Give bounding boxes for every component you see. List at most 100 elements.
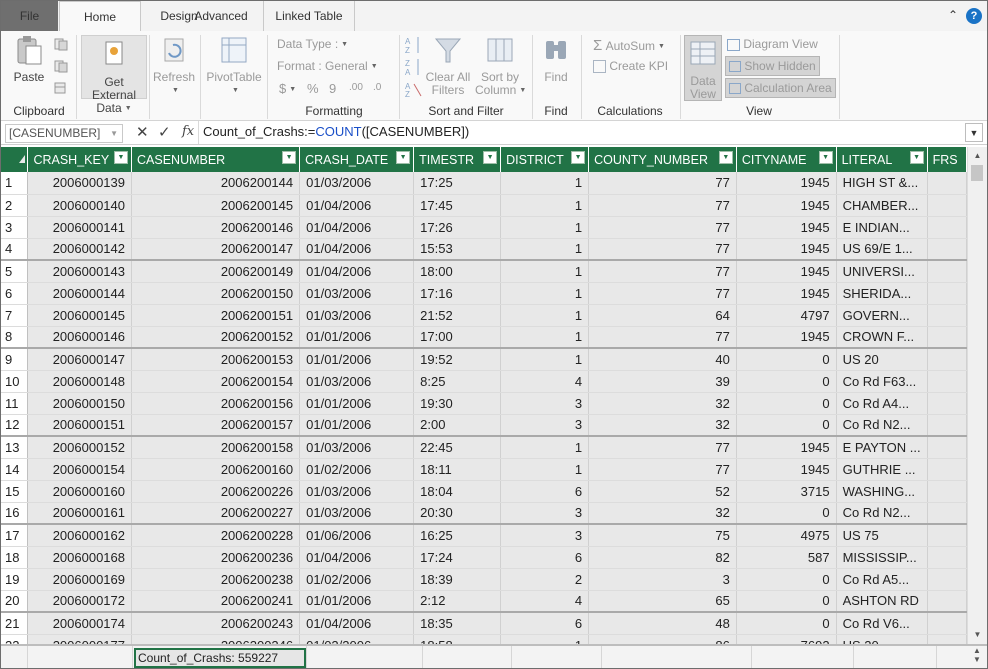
table-cell[interactable]: 3 [500, 414, 590, 437]
table-cell[interactable]: 1 [500, 304, 590, 327]
row-number[interactable]: 7 [1, 304, 29, 327]
table-cell[interactable]: GUTHRIE ... [836, 458, 928, 481]
table-cell[interactable]: 2006000146 [27, 326, 132, 349]
table-cell[interactable]: 1 [500, 348, 590, 371]
table-cell[interactable]: US 75 [836, 524, 928, 547]
table-cell[interactable]: 2:00 [413, 414, 502, 437]
function-icon[interactable]: fx [182, 124, 194, 139]
confirm-formula-icon[interactable]: ✓ [158, 123, 171, 141]
table-cell[interactable] [927, 590, 967, 613]
tab-file[interactable]: File [1, 1, 58, 31]
table-cell[interactable]: 2006200146 [131, 216, 301, 239]
table-cell[interactable] [927, 546, 967, 569]
row-number[interactable]: 3 [1, 216, 29, 239]
table-cell[interactable]: 77 [588, 326, 737, 349]
row-number[interactable]: 21 [1, 612, 29, 635]
filter-dropdown-icon[interactable]: ▼ [396, 151, 411, 164]
table-cell[interactable]: 21:52 [413, 304, 502, 327]
table-cell[interactable]: 2006200149 [131, 260, 301, 283]
table-cell[interactable]: 587 [736, 546, 837, 569]
table-cell[interactable]: 01/03/2006 [299, 502, 415, 525]
table-cell[interactable]: 2006000148 [27, 370, 132, 393]
table-cell[interactable] [927, 326, 967, 349]
table-cell[interactable]: 17:24 [413, 546, 502, 569]
table-cell[interactable]: 75 [588, 524, 737, 547]
sort-asc-icon[interactable]: AZ [405, 35, 423, 58]
row-number[interactable]: 5 [1, 260, 29, 283]
get-external-data-button[interactable]: Get External Data ▼ [81, 35, 147, 115]
table-cell[interactable]: 1 [500, 194, 590, 217]
table-cell[interactable]: 1945 [736, 238, 837, 261]
row-number[interactable]: 15 [1, 480, 29, 503]
cancel-formula-icon[interactable]: ✕ [136, 123, 149, 141]
column-header-casenumber[interactable]: CASENUMBER ▼ [131, 147, 301, 172]
table-cell[interactable]: 32 [588, 502, 737, 525]
table-cell[interactable]: 01/02/2006 [299, 634, 415, 644]
table-cell[interactable]: 1 [500, 238, 590, 261]
table-cell[interactable]: 01/03/2006 [299, 282, 415, 305]
measure-cell[interactable]: Count_of_Crashs: 559227 [134, 648, 306, 668]
table-row[interactable]: 20 2006000172 2006200241 01/01/2006 2:12 4 65 0… [1, 590, 967, 613]
sort-desc-icon[interactable]: ZA [405, 57, 423, 80]
table-cell[interactable] [927, 194, 967, 217]
table-cell[interactable]: 2006200154 [131, 370, 301, 393]
table-cell[interactable]: 0 [736, 502, 837, 525]
currency-button[interactable]: $ ▼ [279, 81, 296, 96]
table-cell[interactable]: 2006200226 [131, 480, 301, 503]
table-cell[interactable] [927, 436, 967, 459]
table-cell[interactable]: 4797 [736, 304, 837, 327]
row-number[interactable]: 20 [1, 590, 29, 613]
table-cell[interactable]: 01/04/2006 [299, 238, 415, 261]
table-cell[interactable]: 77 [588, 194, 737, 217]
table-row[interactable]: 15 2006000160 2006200226 01/03/2006 18:04 6 52… [1, 480, 967, 503]
row-number[interactable]: 12 [1, 414, 29, 437]
table-cell[interactable]: Co Rd N2... [836, 502, 928, 525]
table-cell[interactable]: 2006000139 [27, 172, 132, 195]
tab-linked-table[interactable]: Linked Table [263, 1, 355, 31]
table-cell[interactable]: 64 [588, 304, 737, 327]
table-cell[interactable]: 40 [588, 348, 737, 371]
copy-table-icon[interactable] [53, 81, 69, 98]
table-cell[interactable]: CROWN F... [836, 326, 928, 349]
row-number[interactable]: 17 [1, 524, 29, 547]
table-cell[interactable]: 1945 [736, 260, 837, 283]
table-cell[interactable]: 01/04/2006 [299, 612, 415, 635]
table-cell[interactable]: 2006200246 [131, 634, 301, 644]
table-cell[interactable]: 1 [500, 326, 590, 349]
row-number[interactable]: 13 [1, 436, 29, 459]
table-cell[interactable]: 1945 [736, 436, 837, 459]
table-cell[interactable]: 6 [500, 612, 590, 635]
table-cell[interactable]: 2006000172 [27, 590, 132, 613]
table-cell[interactable]: 77 [588, 458, 737, 481]
table-cell[interactable]: 17:25 [413, 172, 502, 195]
table-cell[interactable]: 1 [500, 436, 590, 459]
table-cell[interactable]: 2006200150 [131, 282, 301, 305]
table-cell[interactable]: 7692 [736, 634, 837, 644]
name-box-dropdown-icon[interactable]: ▼ [110, 125, 118, 142]
calculation-area-button[interactable]: Calculation Area [725, 78, 836, 98]
clear-all-filters-button[interactable]: Clear All Filters [425, 35, 471, 97]
find-button[interactable]: Find [537, 35, 575, 84]
table-cell[interactable]: 1945 [736, 282, 837, 305]
filter-dropdown-icon[interactable]: ▼ [571, 151, 586, 164]
table-cell[interactable]: 01/03/2006 [299, 304, 415, 327]
help-icon[interactable]: ? [966, 8, 982, 24]
table-cell[interactable]: 20:30 [413, 502, 502, 525]
table-row[interactable]: 13 2006000152 2006200158 01/03/2006 22:45 1 77… [1, 436, 967, 459]
table-cell[interactable]: WASHING... [836, 480, 928, 503]
table-cell[interactable]: 01/04/2006 [299, 216, 415, 239]
name-box[interactable]: [CASENUMBER] ▼ [5, 124, 123, 143]
table-cell[interactable]: Co Rd N2... [836, 414, 928, 437]
table-cell[interactable]: 4975 [736, 524, 837, 547]
table-cell[interactable]: 65 [588, 590, 737, 613]
column-header-frs[interactable]: FRS [927, 147, 967, 172]
table-cell[interactable]: 6 [500, 546, 590, 569]
table-cell[interactable]: 2 [500, 568, 590, 591]
table-cell[interactable]: 19:30 [413, 392, 502, 415]
table-cell[interactable] [927, 502, 967, 525]
table-cell[interactable]: 01/03/2006 [299, 436, 415, 459]
refresh-button[interactable]: Refresh ▼ [151, 35, 197, 97]
table-cell[interactable]: 17:16 [413, 282, 502, 305]
table-cell[interactable]: 2006200156 [131, 392, 301, 415]
table-cell[interactable]: 2006000152 [27, 436, 132, 459]
